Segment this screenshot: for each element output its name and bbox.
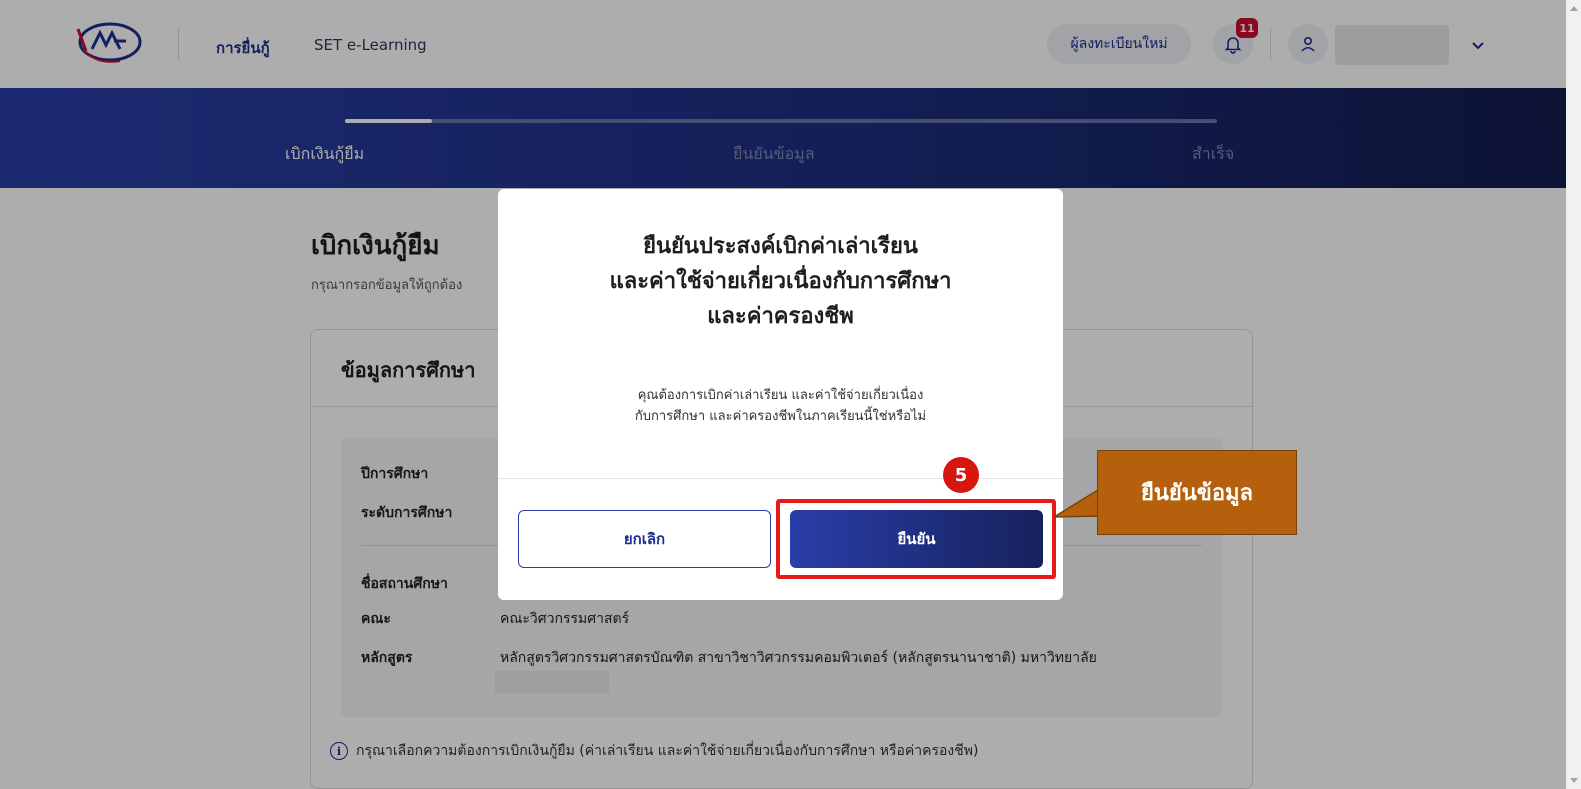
dialog-message: คุณต้องการเบิกค่าเล่าเรียน และค่าใช้จ่าย… [498, 385, 1063, 428]
dialog-title-line: ยืนยันประสงค์เบิกค่าเล่าเรียน [643, 234, 918, 259]
highlight-frame [776, 499, 1056, 579]
scroll-up-icon[interactable] [1570, 6, 1578, 11]
callout-pointer [1054, 490, 1099, 518]
callout-confirm-info: ยืนยันข้อมูล [1097, 450, 1297, 535]
dialog-message-line: กับการศึกษา และค่าครองชีพในภาคเรียนนี้ใช… [634, 409, 927, 425]
dialog-title-line: และค่าครองชีพ [707, 304, 854, 330]
step-number-marker: 5 [943, 457, 979, 493]
scroll-down-icon[interactable] [1570, 778, 1578, 783]
dialog-message-line: คุณต้องการเบิกค่าเล่าเรียน และค่าใช้จ่าย… [637, 388, 924, 403]
cancel-button[interactable]: ยกเลิก [518, 510, 771, 568]
dialog-title: ยืนยันประสงค์เบิกค่าเล่าเรียน และค่าใช้จ… [498, 229, 1063, 335]
dialog-title-line: และค่าใช้จ่ายเกี่ยวเนื่องกับการศึกษา [609, 269, 952, 295]
vertical-scrollbar[interactable] [1566, 0, 1581, 789]
